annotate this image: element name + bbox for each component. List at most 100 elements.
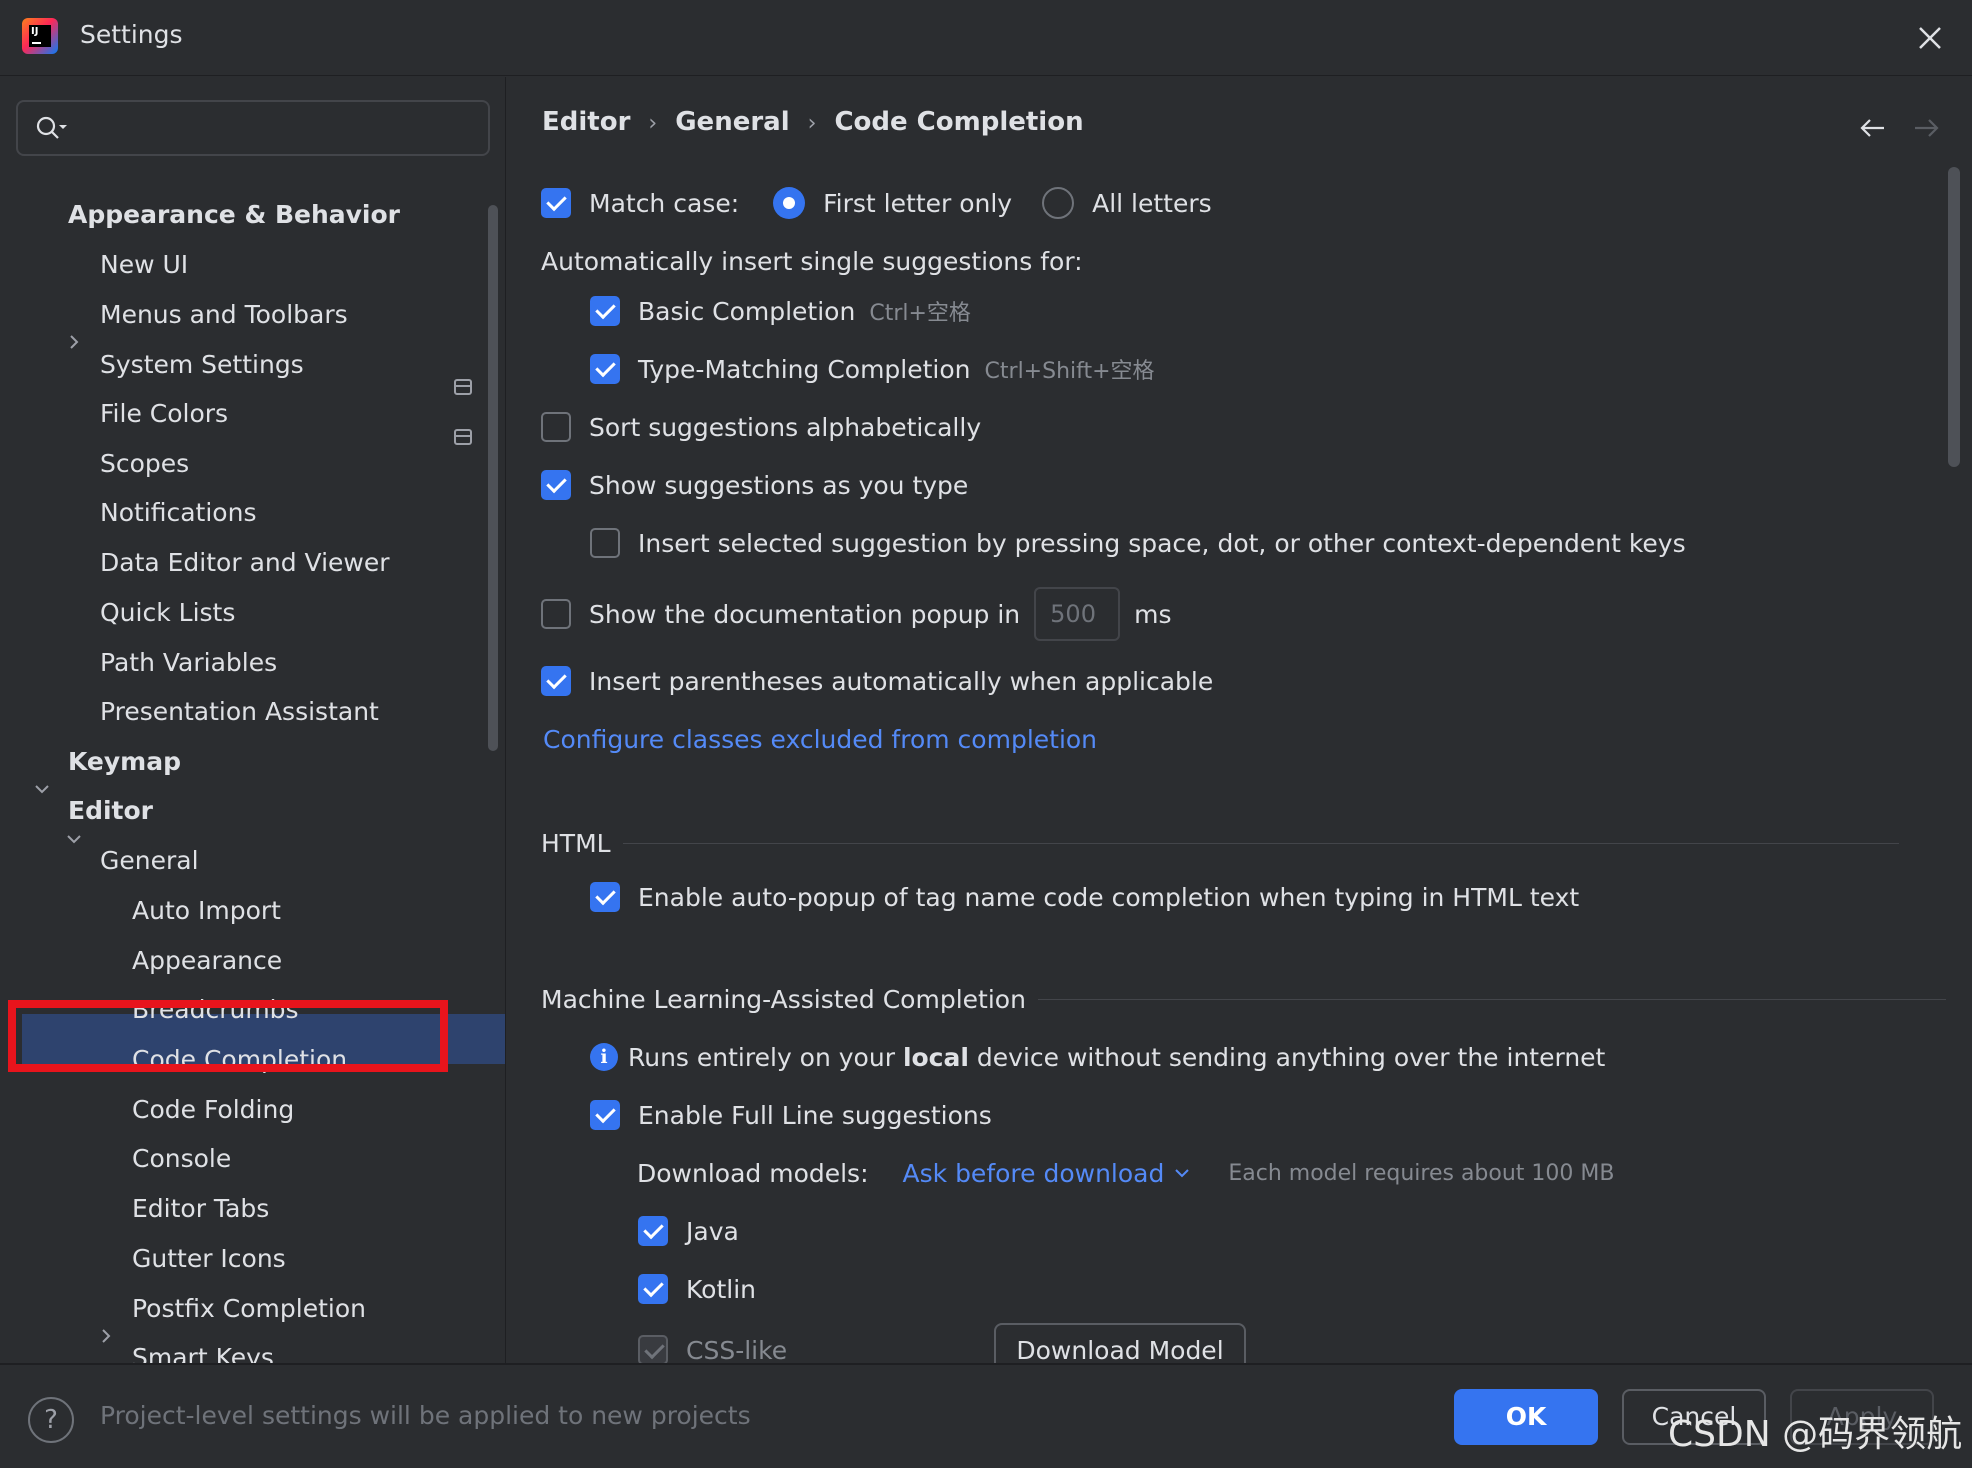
auto-insert-heading: Automatically insert single suggestions … (541, 246, 1083, 276)
project-scope-icon (454, 429, 472, 445)
chevron-right-icon[interactable] (96, 1326, 116, 1346)
settings-tree-panel: Appearance & Behavior New UI Menus and T… (0, 77, 506, 1372)
type-matching-checkbox[interactable] (590, 354, 620, 384)
dialog-footer: ? Project-level settings will be applied… (0, 1363, 1972, 1468)
ml-section-title: Machine Learning-Assisted Completion (541, 984, 1026, 1014)
title-bar: IJ Settings (0, 0, 1972, 76)
java-model-checkbox[interactable] (638, 1216, 668, 1246)
first-letter-radio[interactable] (773, 187, 806, 219)
chevron-down-icon[interactable] (32, 779, 52, 799)
kotlin-model-label: Kotlin (686, 1274, 756, 1304)
tree-scrollbar[interactable] (488, 205, 498, 751)
kotlin-model-checkbox[interactable] (638, 1274, 668, 1304)
tree-item-postfix-completion[interactable]: Postfix Completion (132, 1287, 366, 1331)
basic-completion-shortcut: Ctrl+空格 (869, 301, 971, 326)
type-matching-row: Type-Matching Completion Ctrl+Shift+空格 (590, 347, 1155, 391)
chevron-down-icon[interactable] (1172, 1163, 1192, 1183)
insert-parens-row: Insert parentheses automatically when ap… (541, 659, 1213, 703)
tree-item-keymap[interactable]: Keymap (68, 740, 181, 784)
full-line-checkbox[interactable] (590, 1100, 620, 1130)
breadcrumb-item[interactable]: Editor (542, 107, 630, 137)
doc-popup-delay-input[interactable]: 500 (1034, 587, 1121, 641)
all-letters-radio[interactable] (1042, 187, 1075, 219)
breadcrumb-item[interactable]: General (675, 107, 789, 137)
tree-item-scopes[interactable]: Scopes (100, 442, 189, 486)
info-icon: i (590, 1043, 618, 1071)
sort-alpha-checkbox[interactable] (541, 412, 571, 442)
css-like-model-checkbox[interactable] (638, 1335, 668, 1363)
basic-completion-label: Basic Completion (638, 296, 856, 326)
search-input[interactable] (16, 100, 490, 156)
settings-content-panel: Editor › General › Code Completion Match cas… (505, 77, 1972, 1363)
type-matching-label: Type-Matching Completion (638, 354, 971, 384)
insert-selected-row: Insert selected suggestion by pressing s… (590, 521, 1686, 565)
kotlin-model-row: Kotlin (638, 1267, 756, 1311)
tree-item-auto-import[interactable]: Auto Import (132, 889, 281, 933)
download-models-label: Download models: (637, 1158, 869, 1188)
html-autopopup-row: Enable auto-popup of tag name code compl… (590, 875, 1579, 919)
ml-info-text-bold: local (902, 1042, 969, 1072)
breadcrumb-separator: › (807, 111, 817, 136)
ok-button[interactable]: OK (1454, 1389, 1598, 1445)
download-models-dropdown[interactable]: Ask before download (903, 1159, 1165, 1188)
section-divider (1037, 998, 1946, 1000)
insert-parens-checkbox[interactable] (541, 666, 571, 696)
project-scope-icon (454, 379, 472, 395)
java-model-label: Java (686, 1216, 739, 1246)
tree-item-data-editor[interactable]: Data Editor and Viewer (100, 541, 390, 585)
show-as-type-row: Show suggestions as you type (541, 463, 968, 507)
insert-selected-checkbox[interactable] (590, 528, 620, 558)
tree-item-code-folding[interactable]: Code Folding (132, 1088, 294, 1132)
help-icon[interactable]: ? (28, 1397, 74, 1443)
breadcrumb-separator: › (648, 111, 658, 136)
doc-popup-checkbox[interactable] (541, 599, 571, 629)
tree-item-console[interactable]: Console (132, 1137, 231, 1181)
back-arrow-icon[interactable] (1856, 113, 1890, 143)
configure-excluded-link[interactable]: Configure classes excluded from completi… (543, 717, 1097, 761)
basic-completion-checkbox[interactable] (590, 296, 620, 326)
tree-item-file-colors[interactable]: File Colors (100, 392, 228, 436)
full-line-row: Enable Full Line suggestions (590, 1093, 992, 1137)
window-title: Settings (80, 20, 183, 49)
close-icon[interactable] (1910, 18, 1950, 58)
tree-item-appearance-behavior[interactable]: Appearance & Behavior (68, 193, 400, 237)
show-as-type-checkbox[interactable] (541, 470, 571, 500)
download-models-hint: Each model requires about 100 MB (1228, 1160, 1615, 1186)
html-section-header: HTML (541, 821, 1899, 865)
full-line-label: Enable Full Line suggestions (638, 1100, 992, 1130)
css-like-model-label: CSS-like (686, 1336, 788, 1363)
css-like-model-row: CSS-like (638, 1327, 787, 1363)
tree-item-gutter-icons[interactable]: Gutter Icons (132, 1237, 286, 1281)
content-scrollbar[interactable] (1948, 167, 1960, 467)
match-case-row: Match case: First letter only All letter… (541, 181, 1212, 225)
forward-arrow-icon[interactable] (1909, 113, 1943, 143)
sort-alpha-row: Sort suggestions alphabetically (541, 405, 981, 449)
csdn-watermark: CSDN @码界领航 (1668, 1414, 1963, 1455)
type-matching-shortcut: Ctrl+Shift+空格 (984, 359, 1155, 384)
tree-item-general[interactable]: General (100, 839, 199, 883)
download-models-row: Download models: Ask before download Eac… (637, 1151, 1614, 1195)
tree-item-editor-tabs[interactable]: Editor Tabs (132, 1187, 269, 1231)
tree-item-new-ui[interactable]: New UI (100, 243, 188, 287)
tree-item-system-settings[interactable]: System Settings (100, 343, 304, 387)
tree-item-menus-toolbars[interactable]: Menus and Toolbars (100, 293, 348, 337)
show-as-type-label: Show suggestions as you type (589, 470, 969, 500)
tree-item-quick-lists[interactable]: Quick Lists (100, 591, 235, 635)
java-model-row: Java (638, 1209, 739, 1253)
tree-item-appearance[interactable]: Appearance (132, 939, 282, 983)
doc-popup-unit: ms (1134, 599, 1172, 629)
doc-popup-row: Show the documentation popup in 500 ms (541, 585, 1172, 643)
tree-item-notifications[interactable]: Notifications (100, 491, 256, 535)
section-divider (622, 842, 1899, 844)
insert-parens-label: Insert parentheses automatically when ap… (589, 666, 1214, 696)
chevron-right-icon[interactable] (64, 332, 84, 352)
chevron-down-icon[interactable] (64, 829, 84, 849)
html-autopopup-checkbox[interactable] (590, 882, 620, 912)
tree-item-path-variables[interactable]: Path Variables (100, 641, 277, 685)
match-case-checkbox[interactable] (541, 188, 571, 218)
download-model-button[interactable]: Download Model (994, 1323, 1246, 1363)
ml-info-text-after: device without sending anything over the… (968, 1042, 1606, 1072)
breadcrumb: Editor › General › Code Completion (542, 107, 1084, 137)
tree-item-editor[interactable]: Editor (68, 789, 153, 833)
tree-item-presentation-assistant[interactable]: Presentation Assistant (100, 690, 379, 734)
